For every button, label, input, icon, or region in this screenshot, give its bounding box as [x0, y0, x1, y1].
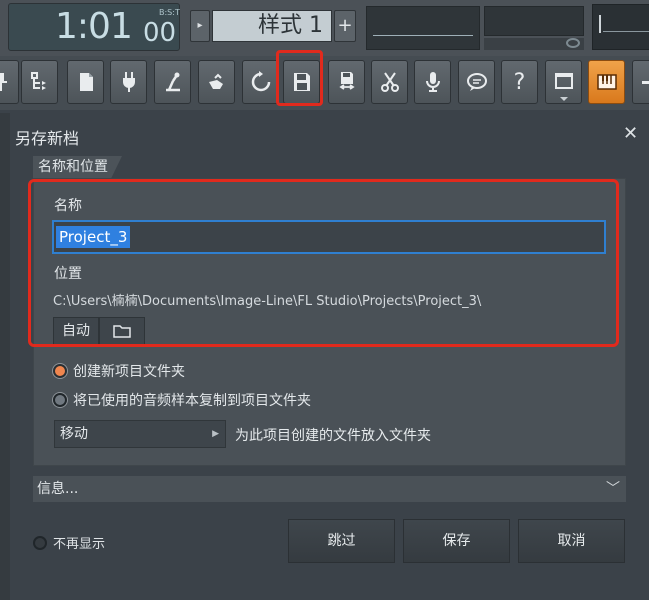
section-tab-name-location: 名称和位置	[33, 156, 122, 178]
skip-button[interactable]: 跳过	[288, 519, 395, 563]
cut-icon[interactable]	[371, 60, 408, 104]
name-location-highlight	[28, 179, 619, 347]
dialog-title: 另存新档	[15, 129, 80, 148]
file-action-value: 移动	[60, 426, 88, 442]
window-icon[interactable]	[545, 60, 582, 104]
save-as-dialog: 另存新档 ✕ 名称和位置 名称 Project_3 位置 C:\Users\楠楠…	[0, 113, 649, 600]
mic-icon[interactable]	[414, 60, 451, 104]
file-action-description: 为此项目创建的文件放入文件夹	[235, 428, 431, 444]
song-position-clock[interactable]: 1:01 00 B:S:T	[8, 3, 180, 51]
keyboard-icon[interactable]	[588, 60, 625, 104]
minus-icon[interactable]	[632, 60, 649, 104]
transport-bar: 1:01 00 B:S:T ▸ 样式 1 +	[0, 0, 649, 56]
option-create-folder-label: 创建新项目文件夹	[73, 364, 185, 380]
left-strip	[0, 113, 10, 600]
mixer-icon[interactable]	[154, 60, 191, 104]
clock-time-sub: 00	[143, 18, 177, 48]
pattern-selector[interactable]: 样式 1	[212, 10, 332, 42]
cancel-button[interactable]: 取消	[518, 519, 625, 563]
help-icon[interactable]: ?	[501, 60, 538, 104]
radio-copy-samples[interactable]	[53, 393, 67, 407]
info-expander[interactable]: 信息... ﹀	[33, 476, 626, 502]
eye-icon[interactable]	[566, 38, 580, 48]
close-icon[interactable]: ✕	[623, 123, 638, 144]
save-icon-highlight	[276, 50, 323, 106]
option-create-folder[interactable]: 创建新项目文件夹	[53, 361, 185, 381]
file-icon[interactable]	[67, 60, 104, 104]
pin-icon[interactable]	[0, 60, 19, 104]
save-as-icon[interactable]	[328, 60, 365, 104]
chevron-right-icon: ▶	[212, 429, 219, 439]
dont-show-again-option[interactable]: 不再显示	[33, 533, 105, 552]
option-copy-samples[interactable]: 将已使用的音频样本复制到项目文件夹	[53, 390, 311, 410]
output-meter	[592, 4, 649, 50]
option-copy-samples-label: 将已使用的音频样本复制到项目文件夹	[73, 393, 311, 409]
cpu-meter	[366, 6, 480, 50]
dont-show-label: 不再显示	[53, 537, 106, 552]
hint-panel	[484, 6, 584, 36]
save-button[interactable]: 保存	[403, 519, 510, 563]
radio-dont-show[interactable]	[33, 535, 47, 550]
pattern-prev-button[interactable]: ▸	[190, 10, 210, 42]
step-icon[interactable]	[21, 60, 58, 104]
file-action-select[interactable]: 移动 ▶	[54, 420, 226, 448]
chat-icon[interactable]	[458, 60, 495, 104]
refresh-icon[interactable]	[242, 60, 279, 104]
clock-time-main: 1:01	[55, 6, 133, 47]
info-label: 信息...	[37, 481, 79, 497]
chevron-down-icon: ﹀	[606, 481, 620, 497]
plug-icon[interactable]	[110, 60, 147, 104]
add-pattern-button[interactable]: +	[334, 10, 356, 42]
clock-format-label: B:S:T	[159, 8, 180, 17]
hand-icon[interactable]	[198, 60, 235, 104]
radio-create-folder[interactable]	[53, 364, 67, 378]
main-toolbar: ?	[0, 56, 649, 110]
chevron-down-icon	[559, 97, 568, 101]
